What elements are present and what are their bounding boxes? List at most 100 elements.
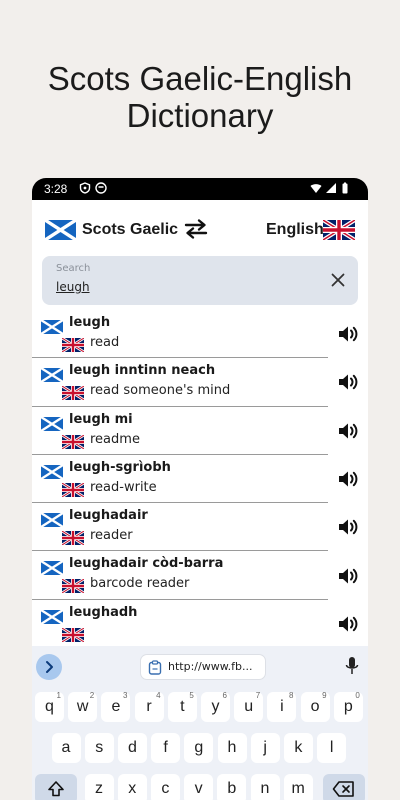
source-language[interactable]: Scots Gaelic xyxy=(82,221,178,239)
key-z-label: z xyxy=(95,780,103,797)
scotland-flag-icon xyxy=(40,318,64,338)
swap-arrows-icon[interactable] xyxy=(183,218,209,240)
microphone-icon[interactable] xyxy=(344,656,360,676)
scotland-flag-icon xyxy=(40,463,64,483)
result-translation: read xyxy=(90,335,120,350)
key-h-label: h xyxy=(227,739,237,756)
shift-key[interactable] xyxy=(35,774,77,800)
key-l[interactable]: l xyxy=(317,733,347,763)
key-v[interactable]: v xyxy=(184,774,214,800)
keyboard-suggestion-bar: http://www.fb... xyxy=(32,646,368,686)
result-term: leughadair còd-barra xyxy=(69,556,224,572)
key-q-hint: 1 xyxy=(56,691,61,700)
shield-icon xyxy=(79,182,91,194)
result-row[interactable]: leugh inntinn neach read someone's mind xyxy=(32,358,328,407)
key-a[interactable]: a xyxy=(51,733,81,763)
search-box[interactable]: Search leugh xyxy=(42,256,358,305)
key-b[interactable]: b xyxy=(217,774,247,800)
key-p-label: p xyxy=(343,698,353,715)
results-list: leugh read leugh inntinn neach read someone… xyxy=(32,310,368,649)
result-translation: barcode reader xyxy=(90,576,190,592)
scotland-flag-icon xyxy=(40,560,64,579)
language-bar: Scots Gaelic English xyxy=(32,200,368,256)
speaker-icon[interactable] xyxy=(336,419,360,443)
key-i-hint: 8 xyxy=(288,691,294,700)
key-t[interactable]: t5 xyxy=(167,691,197,722)
key-d[interactable]: d xyxy=(117,733,147,763)
clipboard-suggestion[interactable]: http://www.fb... xyxy=(140,654,266,680)
key-q-label: q xyxy=(45,698,54,715)
scotland-flag-icon xyxy=(40,415,64,435)
key-a-label: a xyxy=(61,739,71,756)
key-e-label: e xyxy=(111,698,121,715)
shift-icon xyxy=(48,781,64,797)
key-h[interactable]: h xyxy=(217,733,247,763)
key-c-label: c xyxy=(161,780,170,797)
chevron-right-icon[interactable] xyxy=(36,654,62,680)
uk-flag-icon[interactable] xyxy=(323,220,355,240)
key-w-hint: 2 xyxy=(89,691,95,700)
key-c[interactable]: c xyxy=(150,774,180,800)
speaker-icon[interactable] xyxy=(336,370,360,394)
key-k[interactable]: k xyxy=(283,733,313,763)
headline: Scots Gaelic-English Dictionary xyxy=(0,60,400,134)
scotland-flag-icon xyxy=(40,512,64,531)
result-translation: read someone's mind xyxy=(90,383,231,399)
result-row[interactable]: leugh-sgrìobh read-write xyxy=(32,455,328,504)
result-translation: reader xyxy=(90,528,133,544)
uk-flag-icon xyxy=(61,626,85,646)
key-s-label: s xyxy=(95,739,104,756)
clipboard-url-text: http://www.fb... xyxy=(168,660,253,673)
key-g[interactable]: g xyxy=(184,733,214,763)
battery-icon xyxy=(342,182,348,194)
key-n-label: n xyxy=(260,780,270,797)
speaker-icon[interactable] xyxy=(336,322,360,346)
key-x[interactable]: x xyxy=(117,774,147,800)
key-d-label: d xyxy=(127,739,137,756)
result-term: leughadair xyxy=(69,508,148,524)
key-w[interactable]: w2 xyxy=(68,691,98,722)
search-input[interactable]: leugh xyxy=(56,280,90,294)
key-n[interactable]: n xyxy=(250,774,280,800)
status-bar: 3:28 xyxy=(32,178,368,200)
key-m[interactable]: m xyxy=(283,774,313,800)
backspace-key[interactable] xyxy=(323,774,365,800)
result-row[interactable]: leughadair reader xyxy=(32,503,328,552)
app-screen: Scots Gaelic English Search leugh leugh r… xyxy=(32,200,368,800)
key-e[interactable]: e3 xyxy=(101,691,131,722)
key-q[interactable]: q1 xyxy=(35,691,64,722)
key-p-hint: 0 xyxy=(355,691,360,700)
key-r[interactable]: r4 xyxy=(134,691,164,722)
close-icon[interactable] xyxy=(326,268,350,292)
key-t-hint: 5 xyxy=(189,691,194,700)
result-row[interactable]: leugh mi readme xyxy=(32,407,328,455)
result-row[interactable]: leughadh xyxy=(32,600,328,649)
key-f-label: f xyxy=(163,739,168,756)
speaker-icon[interactable] xyxy=(336,612,360,636)
key-y-label: y xyxy=(211,698,220,715)
target-language[interactable]: English xyxy=(266,221,324,239)
speaker-icon[interactable] xyxy=(336,515,360,539)
key-l-label: l xyxy=(329,739,334,756)
key-j[interactable]: j xyxy=(250,733,280,763)
key-f[interactable]: f xyxy=(151,733,181,763)
backspace-icon xyxy=(332,781,354,797)
key-o[interactable]: o9 xyxy=(300,691,330,722)
key-x-label: x xyxy=(128,780,137,797)
scotland-flag-icon[interactable] xyxy=(45,220,76,240)
speaker-icon[interactable] xyxy=(336,467,360,491)
key-o-label: o xyxy=(310,698,320,715)
key-z[interactable]: z xyxy=(84,774,114,800)
key-s[interactable]: s xyxy=(84,733,114,763)
speaker-icon[interactable] xyxy=(336,564,360,588)
key-u[interactable]: u7 xyxy=(234,691,264,722)
key-y[interactable]: y6 xyxy=(201,691,230,722)
key-p[interactable]: p0 xyxy=(333,691,363,722)
key-i[interactable]: i8 xyxy=(267,691,297,722)
result-translation: readme xyxy=(90,431,140,447)
key-o-hint: 9 xyxy=(322,691,327,700)
uk-flag-icon xyxy=(61,336,85,356)
result-row[interactable]: leughadair còd-barra barcode reader xyxy=(32,551,328,600)
result-row[interactable]: leugh read xyxy=(32,310,328,359)
result-term: leugh-sgrìobh xyxy=(69,459,171,475)
